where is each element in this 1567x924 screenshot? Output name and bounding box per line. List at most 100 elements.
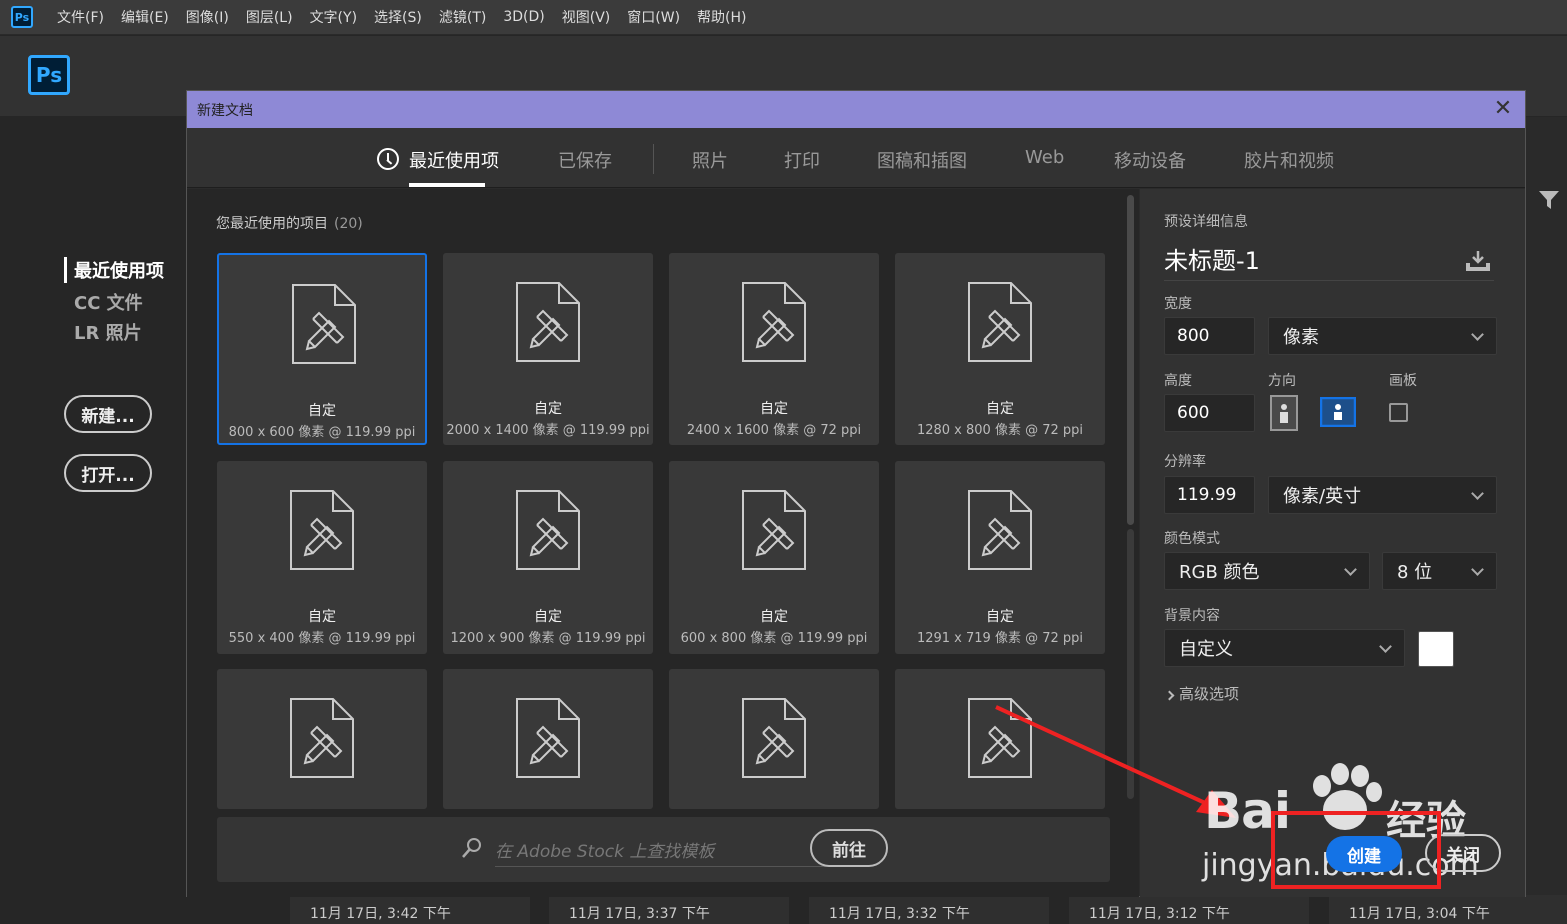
recent-file-time[interactable]: 11月 17日, 3:32 下午 [809, 895, 1049, 924]
close-button[interactable]: 关闭 [1425, 834, 1501, 872]
photoshop-logo: Ps [28, 55, 70, 95]
home-new-button[interactable]: 新建... [64, 395, 152, 433]
preset-tabs: 最近使用项 已保存 照片 打印 图稿和插图 Web 移动设备 胶片和视频 [187, 128, 1525, 188]
width-input[interactable]: 800 [1164, 317, 1255, 355]
recent-file-time[interactable]: 11月 17日, 3:42 下午 [290, 895, 530, 924]
preset-details-panel: 预设详细信息 未标题-1 宽度 800 像素 高度 方向 画板 600 分辨率 … [1140, 189, 1525, 897]
dialog-title: 新建文档 [197, 102, 253, 119]
menu-type[interactable]: 文字(Y) [310, 7, 357, 27]
menu-select[interactable]: 选择(S) [374, 7, 422, 27]
stock-search-bar: 在 Adobe Stock 上查找模板 前往 [217, 817, 1110, 882]
tab-art-illustration[interactable]: 图稿和插图 [877, 147, 967, 173]
tab-mobile[interactable]: 移动设备 [1114, 147, 1186, 173]
save-preset-icon[interactable] [1464, 249, 1492, 273]
menu-help[interactable]: 帮助(H) [697, 7, 746, 27]
dialog-titlebar: 新建文档 ✕ [187, 91, 1525, 128]
stock-go-button[interactable]: 前往 [810, 829, 888, 867]
portrait-orientation-icon[interactable] [1270, 395, 1298, 431]
resolution-input[interactable]: 119.99 [1164, 476, 1255, 514]
orientation-label: 方向 [1268, 373, 1296, 389]
home-open-button[interactable]: 打开... [64, 454, 152, 492]
tab-recent[interactable]: 最近使用项 [409, 147, 499, 173]
recent-file-time[interactable]: 11月 17日, 3:37 下午 [549, 895, 789, 924]
tab-photo[interactable]: 照片 [692, 147, 728, 173]
landscape-orientation-icon[interactable] [1320, 397, 1356, 427]
menu-image[interactable]: 图像(I) [186, 7, 229, 27]
preset-tile[interactable]: 自定 1291 x 719 像素 @ 72 ppi [895, 461, 1105, 654]
width-unit-value: 像素 [1283, 327, 1319, 348]
tab-web[interactable]: Web [1025, 147, 1064, 168]
chevron-down-icon [1379, 640, 1392, 653]
menu-3d[interactable]: 3D(D) [503, 9, 544, 25]
document-name-input[interactable]: 未标题-1 [1164, 241, 1494, 281]
advanced-options-label: 高级选项 [1179, 685, 1240, 703]
background-color-swatch[interactable] [1418, 631, 1454, 667]
recent-count: (20) [334, 216, 363, 232]
bit-depth-value: 8 位 [1397, 562, 1433, 583]
preset-tile-desc: 1280 x 800 像素 @ 72 ppi [916, 423, 1084, 438]
preset-tile-desc: 550 x 400 像素 @ 119.99 ppi [228, 631, 416, 646]
tab-divider [653, 144, 654, 174]
tab-print[interactable]: 打印 [784, 147, 820, 173]
width-label: 宽度 [1164, 296, 1192, 312]
artboard-checkbox[interactable] [1389, 403, 1408, 422]
bit-depth-select[interactable]: 8 位 [1382, 552, 1497, 590]
menu-bar: Ps 文件(F) 编辑(E) 图像(I) 图层(L) 文字(Y) 选择(S) 滤… [0, 0, 1567, 35]
preset-tile-name: 自定 [760, 401, 788, 417]
preset-tile[interactable] [217, 669, 427, 809]
preset-tile[interactable]: 自定 600 x 800 像素 @ 119.99 ppi [669, 461, 879, 654]
height-input[interactable]: 600 [1164, 394, 1255, 432]
color-mode-value: RGB 颜色 [1179, 562, 1260, 583]
resolution-unit-select[interactable]: 像素/英寸 [1268, 476, 1497, 514]
menu-edit[interactable]: 编辑(E) [121, 7, 169, 27]
document-icon [289, 697, 355, 783]
clock-icon [377, 148, 399, 170]
preset-tile[interactable]: 自定 800 x 600 像素 @ 119.99 ppi [217, 253, 427, 445]
home-right-edge [1526, 117, 1567, 924]
menu-layer[interactable]: 图层(L) [246, 7, 293, 27]
menu-filter[interactable]: 滤镜(T) [439, 7, 486, 27]
background-select[interactable]: 自定义 [1164, 629, 1405, 667]
color-mode-label: 颜色模式 [1164, 531, 1220, 547]
background-value: 自定义 [1179, 639, 1233, 660]
preset-tile-desc: 1200 x 900 像素 @ 119.99 ppi [450, 631, 646, 646]
active-tab-indicator [409, 183, 485, 187]
recent-file-time[interactable]: 11月 17日, 3:12 下午 [1069, 895, 1309, 924]
menu-file[interactable]: 文件(F) [57, 7, 104, 27]
menu-window[interactable]: 窗口(W) [627, 7, 680, 27]
stock-search-input[interactable]: 在 Adobe Stock 上查找模板 [495, 833, 831, 867]
home-nav-cc-files[interactable]: CC 文件 [74, 289, 143, 315]
menu-view[interactable]: 视图(V) [562, 7, 611, 27]
preset-tile-desc: 600 x 800 像素 @ 119.99 ppi [680, 631, 868, 646]
tab-film-video[interactable]: 胶片和视频 [1244, 147, 1334, 173]
home-sidebar: 最近使用项 CC 文件 LR 照片 新建... 打开... [0, 117, 186, 924]
home-nav-recent[interactable]: 最近使用项 [64, 257, 164, 283]
preset-tile[interactable]: 自定 1200 x 900 像素 @ 119.99 ppi [443, 461, 653, 654]
preset-tile-name: 自定 [760, 609, 788, 625]
scrollbar-thumb[interactable] [1127, 195, 1134, 525]
create-button[interactable]: 创建 [1326, 836, 1402, 872]
height-label: 高度 [1164, 373, 1192, 389]
scrollbar-track[interactable] [1127, 529, 1134, 799]
resolution-label: 分辨率 [1164, 454, 1206, 470]
recent-file-time[interactable]: 11月 17日, 3:04 下午 [1329, 895, 1567, 924]
home-nav-lr-photos[interactable]: LR 照片 [74, 319, 142, 345]
filter-icon[interactable] [1538, 189, 1560, 211]
advanced-options-toggle[interactable]: 高级选项 [1164, 683, 1240, 704]
preset-tile[interactable] [669, 669, 879, 809]
preset-tile[interactable]: 自定 1280 x 800 像素 @ 72 ppi [895, 253, 1105, 445]
background-label: 背景内容 [1164, 608, 1220, 624]
dialog-close-icon[interactable]: ✕ [1493, 98, 1513, 120]
preset-tile[interactable]: 自定 2400 x 1600 像素 @ 72 ppi [669, 253, 879, 445]
width-unit-select[interactable]: 像素 [1268, 317, 1497, 355]
preset-tile-desc: 1291 x 719 像素 @ 72 ppi [916, 631, 1084, 646]
preset-tile[interactable] [895, 669, 1105, 809]
preset-tile-name: 自定 [534, 401, 562, 417]
chevron-down-icon [1344, 563, 1357, 576]
preset-tile[interactable]: 自定 2000 x 1400 像素 @ 119.99 ppi [443, 253, 653, 445]
preset-tile[interactable]: 自定 550 x 400 像素 @ 119.99 ppi [217, 461, 427, 654]
tab-saved[interactable]: 已保存 [558, 147, 612, 173]
document-icon [515, 697, 581, 783]
color-mode-select[interactable]: RGB 颜色 [1164, 552, 1370, 590]
preset-tile[interactable] [443, 669, 653, 809]
